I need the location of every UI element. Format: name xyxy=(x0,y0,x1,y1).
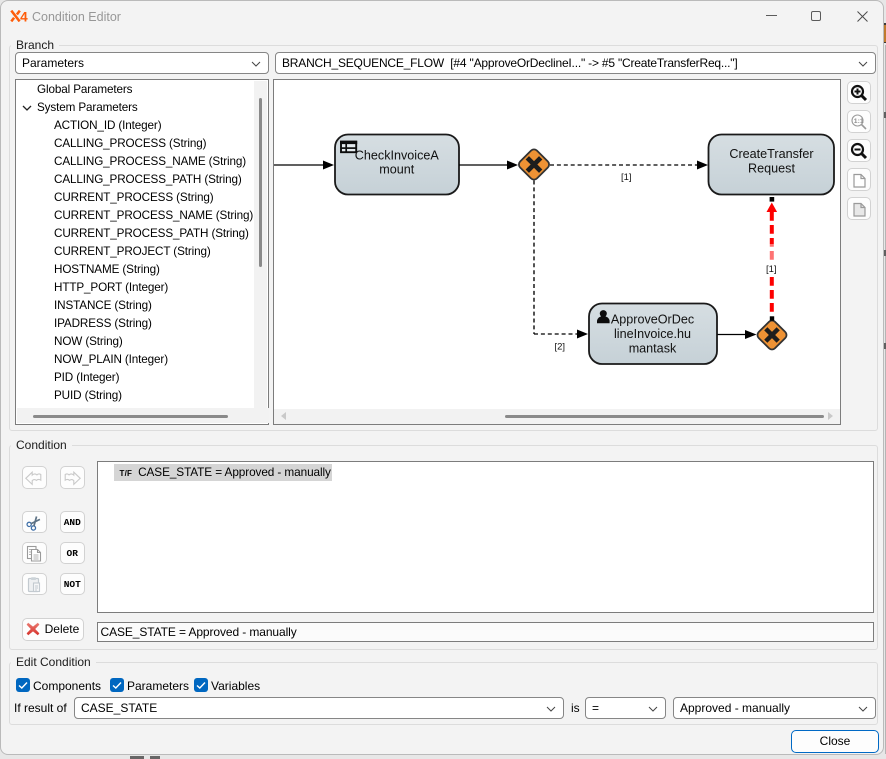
svg-text:mantask: mantask xyxy=(629,342,677,356)
svg-text:mount: mount xyxy=(379,163,415,177)
svg-text:[1]: [1] xyxy=(621,172,632,183)
svg-text:1:1: 1:1 xyxy=(853,118,863,125)
svg-text:[2]: [2] xyxy=(555,342,566,353)
svg-text:ApproveOrDec: ApproveOrDec xyxy=(611,313,694,327)
svg-text:CreateTransfer: CreateTransfer xyxy=(729,147,813,161)
svg-text:4: 4 xyxy=(20,10,28,22)
svg-text:CheckInvoiceA: CheckInvoiceA xyxy=(355,149,440,163)
svg-text:[1]: [1] xyxy=(766,264,777,275)
svg-text:lineInvoice.hu: lineInvoice.hu xyxy=(614,327,691,341)
svg-text:Request: Request xyxy=(748,162,795,176)
